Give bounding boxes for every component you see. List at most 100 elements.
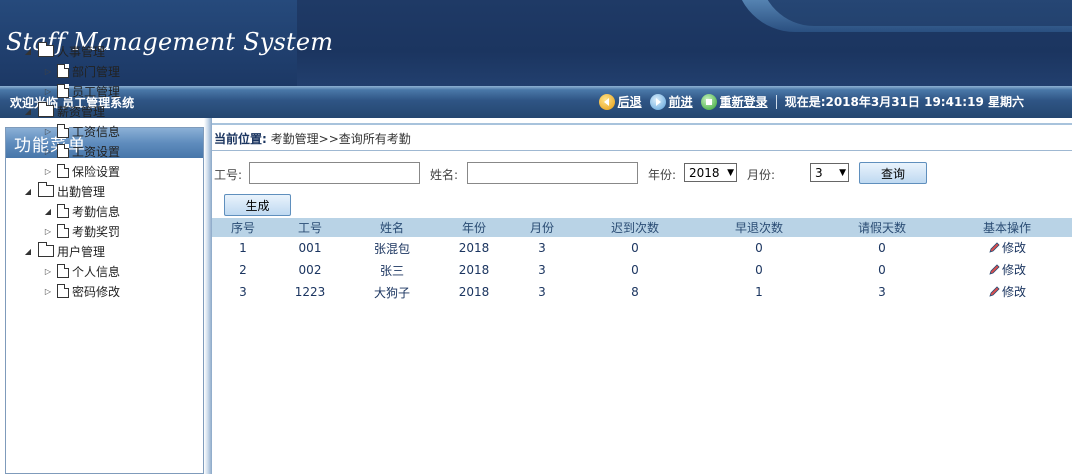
edit-label: 修改 bbox=[1001, 241, 1026, 256]
table-cell: 2018 bbox=[458, 285, 490, 299]
tree-group-label: 用户管理 bbox=[57, 244, 106, 259]
tree-item-label: 密码修改 bbox=[72, 284, 121, 299]
tree-item-label: 部门管理 bbox=[72, 64, 121, 79]
tree-group-hr[interactable]: ◢ 人事管理 bbox=[22, 41, 120, 61]
collapse-icon[interactable]: ◢ bbox=[22, 187, 34, 196]
table-header: 序号 工号 姓名 年份 月份 迟到次数 早退次数 请假天数 基本操作 bbox=[212, 218, 1072, 237]
name-input[interactable] bbox=[467, 162, 638, 184]
column-header: 年份 bbox=[461, 221, 486, 235]
expand-icon[interactable]: ▷ bbox=[42, 67, 54, 76]
tree-group-label: 薪资管理 bbox=[57, 104, 106, 119]
edit-label: 修改 bbox=[1001, 285, 1026, 300]
table-cell: 3 bbox=[239, 285, 247, 299]
forward-link[interactable]: 前进 bbox=[649, 93, 693, 110]
nav-separator bbox=[775, 94, 777, 109]
expand-icon[interactable]: ▷ bbox=[42, 227, 54, 236]
name-label: 姓名: bbox=[430, 168, 459, 182]
tree-item-attendance-rewards[interactable]: ▷ 考勤奖罚 bbox=[22, 221, 120, 241]
document-icon bbox=[57, 224, 69, 238]
tree-item-employee[interactable]: ▷ 员工管理 bbox=[22, 81, 120, 101]
breadcrumb: 当前位置: 考勤管理>>查询所有考勤 bbox=[214, 130, 411, 147]
tree-item-department[interactable]: ▷ 部门管理 bbox=[22, 61, 120, 81]
table-row: 1 001 张混包 2018 3 0 0 0 修改 bbox=[212, 237, 1072, 259]
collapse-icon[interactable]: ◢ bbox=[22, 47, 34, 56]
menu-tree: ◢ 人事管理 ▷ 部门管理 ▷ 员工管理 ◢ 薪资管理 ▷ 工资信息 ▷ 工资设… bbox=[22, 41, 120, 301]
tree-group-label: 人事管理 bbox=[57, 44, 106, 59]
tree-group-users[interactable]: ◢ 用户管理 bbox=[22, 241, 120, 261]
generate-button[interactable]: 生成 bbox=[224, 194, 291, 216]
main-content: 当前位置: 考勤管理>>查询所有考勤 工号: 姓名: 年份: 2018 ▼ 月份… bbox=[212, 118, 1072, 474]
table-cell: 0 bbox=[631, 241, 639, 255]
table-cell: 大狗子 bbox=[373, 285, 410, 300]
relogin-link[interactable]: 重新登录 bbox=[700, 93, 768, 110]
column-header: 请假天数 bbox=[857, 221, 906, 235]
table-cell: 001 bbox=[298, 241, 322, 255]
edit-link[interactable]: 修改 bbox=[988, 239, 1026, 256]
table-cell: 2018 bbox=[458, 241, 490, 255]
app-header: Staff Management System bbox=[0, 0, 1072, 86]
breadcrumb-path: 考勤管理>>查询所有考勤 bbox=[270, 132, 411, 146]
month-select[interactable]: 3 ▼ bbox=[810, 163, 849, 182]
pencil-icon bbox=[988, 264, 1000, 276]
table-row: 3 1223 大狗子 2018 3 8 1 3 修改 bbox=[212, 281, 1072, 303]
tree-group-attendance[interactable]: ◢ 出勤管理 bbox=[22, 181, 120, 201]
column-header: 工号 bbox=[297, 221, 322, 235]
column-header: 迟到次数 bbox=[610, 221, 659, 235]
collapse-icon[interactable]: ◢ bbox=[22, 247, 34, 256]
table-cell: 修改 bbox=[942, 283, 1072, 301]
tree-item-salary-settings[interactable]: ▷ 工资设置 bbox=[22, 141, 120, 161]
expand-icon[interactable]: ▷ bbox=[42, 87, 54, 96]
filter-bar: 工号: 姓名: 年份: 2018 ▼ 月份: 3 ▼ 查询 bbox=[212, 162, 1072, 184]
header-decoration-inner bbox=[760, 0, 1072, 26]
table-cell: 1 bbox=[239, 241, 247, 255]
emp-no-input[interactable] bbox=[249, 162, 420, 184]
expand-icon[interactable]: ▷ bbox=[42, 287, 54, 296]
table-cell: 2018 bbox=[458, 263, 490, 277]
tree-item-label: 工资设置 bbox=[72, 144, 121, 159]
tree-item-label: 工资信息 bbox=[72, 124, 121, 139]
back-link[interactable]: 后退 bbox=[598, 93, 642, 110]
column-header: 早退次数 bbox=[734, 221, 783, 235]
month-value: 3 bbox=[815, 166, 823, 180]
table-cell: 3 bbox=[538, 241, 546, 255]
tree-item-insurance-settings[interactable]: ▷ 保险设置 bbox=[22, 161, 120, 181]
collapse-icon[interactable]: ◢ bbox=[22, 107, 34, 116]
tree-item-profile[interactable]: ▷ 个人信息 bbox=[22, 261, 120, 281]
column-header: 月份 bbox=[529, 221, 554, 235]
edit-link[interactable]: 修改 bbox=[988, 261, 1026, 278]
document-icon bbox=[57, 204, 69, 218]
document-icon bbox=[57, 64, 69, 78]
edit-link[interactable]: 修改 bbox=[988, 283, 1026, 300]
table-cell: 1 bbox=[755, 285, 763, 299]
document-icon bbox=[57, 84, 69, 98]
back-label: 后退 bbox=[617, 95, 642, 109]
tree-item-change-password[interactable]: ▷ 密码修改 bbox=[22, 281, 120, 301]
table-cell: 张混包 bbox=[373, 241, 410, 256]
tree-item-attendance-info[interactable]: ◢ 考勤信息 bbox=[22, 201, 120, 221]
table-cell: 修改 bbox=[942, 261, 1072, 279]
table-cell: 0 bbox=[878, 263, 886, 277]
tree-item-label: 个人信息 bbox=[72, 264, 121, 279]
expand-icon[interactable]: ▷ bbox=[42, 127, 54, 136]
breadcrumb-prefix: 当前位置: bbox=[214, 132, 267, 146]
document-icon bbox=[57, 164, 69, 178]
nav-links: 后退 前进 重新登录 现在是:2018年3月31日 19:41:19 星期六 bbox=[598, 93, 1024, 110]
edit-label: 修改 bbox=[1001, 263, 1026, 278]
year-select[interactable]: 2018 ▼ bbox=[684, 163, 737, 182]
nav-bar: 欢迎光临 员工管理系统 后退 前进 重新登录 现在是:2018年3月31日 19… bbox=[0, 86, 1072, 118]
tree-group-salary[interactable]: ◢ 薪资管理 bbox=[22, 101, 120, 121]
sidebar-divider bbox=[204, 118, 212, 474]
table-cell: 8 bbox=[631, 285, 639, 299]
expand-icon[interactable]: ▷ bbox=[42, 147, 54, 156]
table-cell: 0 bbox=[755, 263, 763, 277]
query-button[interactable]: 查询 bbox=[859, 162, 927, 184]
table-cell: 1223 bbox=[294, 285, 326, 299]
expand-icon[interactable]: ▷ bbox=[42, 167, 54, 176]
relogin-label: 重新登录 bbox=[719, 95, 768, 109]
tree-item-label: 员工管理 bbox=[72, 84, 121, 99]
expand-icon[interactable]: ▷ bbox=[42, 267, 54, 276]
tree-group-label: 出勤管理 bbox=[57, 184, 106, 199]
back-arrow-icon bbox=[598, 93, 615, 110]
collapse-icon[interactable]: ◢ bbox=[42, 207, 54, 216]
tree-item-salary-info[interactable]: ▷ 工资信息 bbox=[22, 121, 120, 141]
